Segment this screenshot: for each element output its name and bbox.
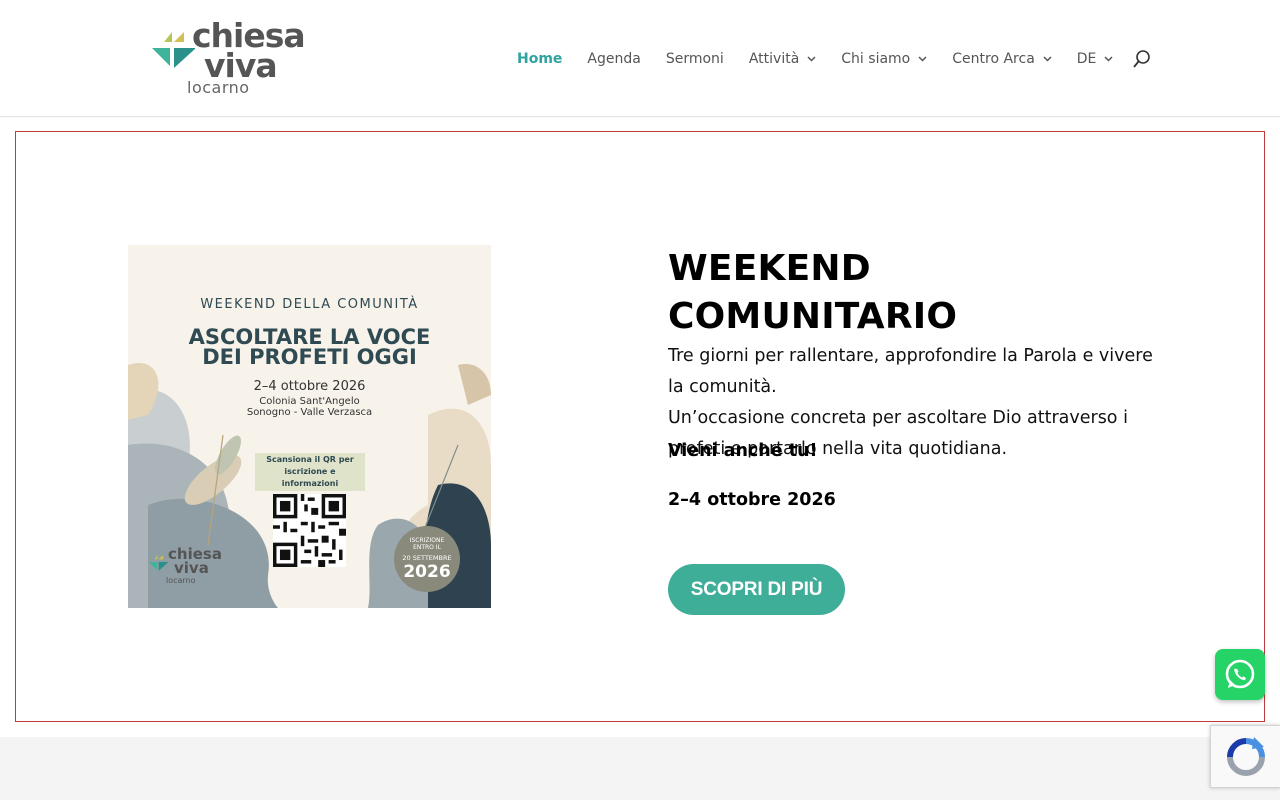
search-icon — [1133, 50, 1150, 68]
site-header: chiesa viva locarno Home Agenda Sermoni … — [0, 0, 1280, 117]
main-nav: Home Agenda Sermoni Attività Chi siamo C… — [517, 48, 1138, 70]
whatsapp-button[interactable] — [1215, 649, 1265, 700]
search-button[interactable] — [1131, 48, 1153, 70]
nav-item-label: Attività — [748, 51, 800, 67]
nav-item-centro-arca[interactable]: Centro Arca — [952, 51, 1052, 67]
nav-item-label: Agenda — [587, 51, 641, 67]
nav-item-home[interactable]: Home — [517, 51, 562, 67]
badge-line2: ENTRO IL — [413, 544, 441, 551]
chevron-down-icon — [1104, 56, 1113, 62]
nav-item-label: Chi siamo — [841, 51, 911, 67]
hero-dates: 2–4 ottobre 2026 — [668, 490, 836, 510]
poster-scan-line2: iscrizione e informazioni — [281, 467, 339, 488]
site-logo[interactable]: chiesa viva locarno — [150, 16, 306, 100]
poster-logo-line2: viva — [174, 559, 209, 577]
hero-paragraph-1: Tre giorni per rallentare, approfondire … — [668, 346, 1153, 397]
chevron-down-icon — [807, 56, 816, 62]
logo-text-locarno: locarno — [187, 78, 250, 97]
next-section-band — [0, 737, 1280, 800]
hero-content: WEEKEND COMUNITARIO Tre giorni per ralle… — [668, 245, 1168, 465]
nav-item-agenda[interactable]: Agenda — [587, 51, 640, 67]
hero-invite: Vieni anche tu! — [668, 441, 818, 461]
whatsapp-icon — [1225, 659, 1255, 688]
nav-item-label: Centro Arca — [952, 51, 1035, 67]
nav-item-language[interactable]: DE — [1077, 51, 1114, 67]
discover-more-button[interactable]: SCOPRI DI PIÙ — [668, 564, 845, 615]
poster-location-line2: Sonogno - Valle Verzasca — [246, 407, 373, 418]
recaptcha-icon — [1226, 736, 1265, 776]
nav-item-label: Sermoni — [665, 51, 724, 67]
poster-registration-badge: ISCRIZIONE ENTRO IL 20 SETTEMBRE 2026 — [394, 526, 460, 592]
qr-code-icon — [273, 494, 346, 567]
logo-mark-icon — [148, 555, 168, 571]
poster-logo: chiesa viva locarno — [148, 545, 228, 589]
nav-item-chi-siamo[interactable]: Chi siamo — [841, 51, 927, 67]
chevron-down-icon — [1043, 56, 1052, 62]
badge-line1: ISCRIZIONE — [409, 537, 445, 544]
hero-title: WEEKEND COMUNITARIO — [668, 248, 958, 337]
nav-item-attivita[interactable]: Attività — [749, 51, 816, 67]
poster-date: 2–4 ottobre 2026 — [253, 379, 366, 394]
badge-year: 2026 — [403, 562, 451, 582]
poster-title-line2: DEI PROFETI OGGI — [202, 345, 417, 369]
poster-location-line1: Colonia Sant'Angelo — [259, 396, 360, 407]
poster-kicker: WEEKEND DELLA COMUNITÀ — [200, 297, 419, 312]
nav-item-label: DE — [1076, 51, 1097, 67]
event-poster-image: WEEKEND DELLA COMUNITÀ ASCOLTARE LA VOCE… — [128, 245, 491, 608]
poster-scan-note: Scansiona il QR per iscrizione e informa… — [255, 453, 365, 491]
recaptcha-badge[interactable] — [1210, 725, 1280, 788]
badge-line3: 20 SETTEMBRE — [402, 554, 452, 562]
nav-item-sermoni[interactable]: Sermoni — [666, 51, 724, 67]
nav-item-label: Home — [517, 51, 563, 67]
poster-scan-line1: Scansiona il QR per — [266, 455, 354, 464]
chevron-down-icon — [918, 56, 927, 62]
poster-logo-line3: locarno — [166, 576, 196, 585]
logo-mark-icon — [152, 32, 195, 68]
